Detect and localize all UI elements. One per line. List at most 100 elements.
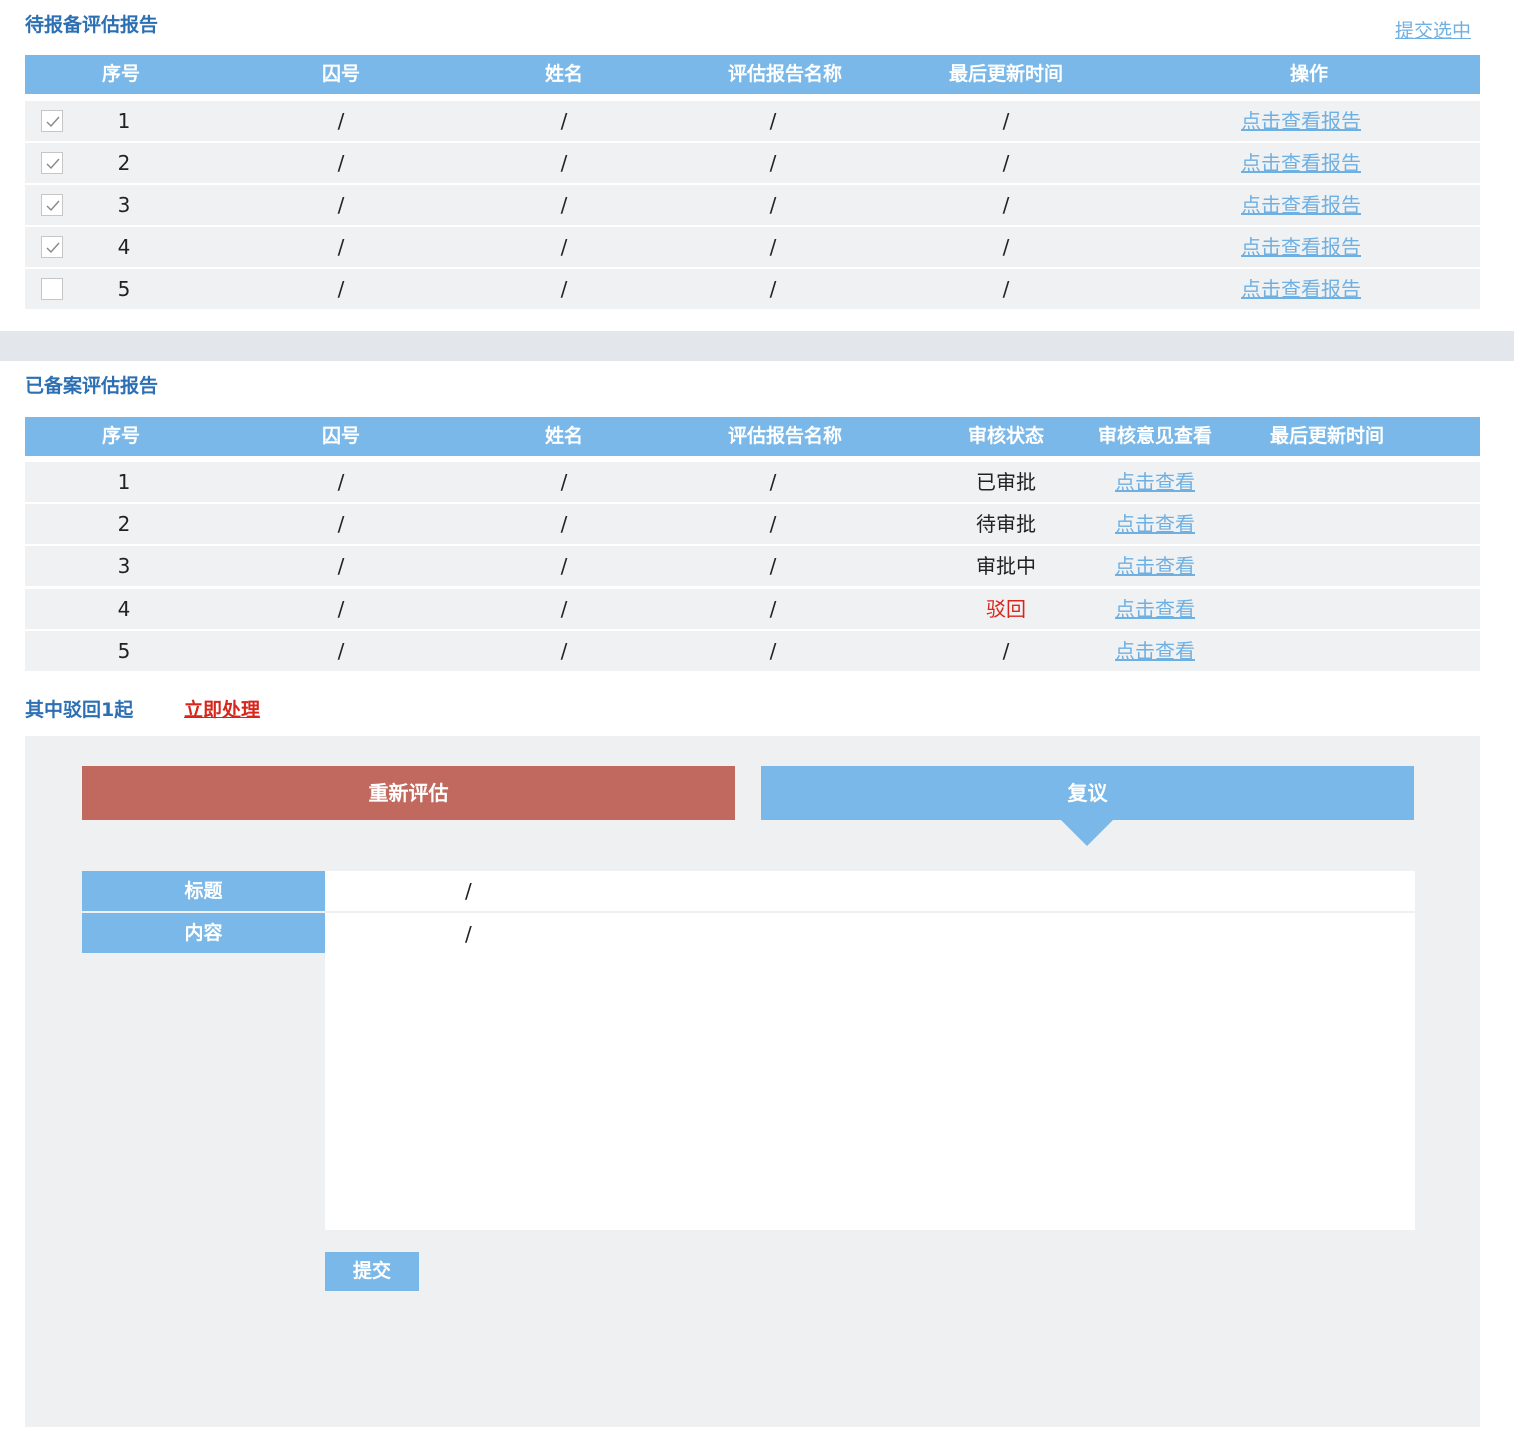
- row-status: 已审批: [976, 470, 1036, 494]
- view-opinion-link[interactable]: 点击查看: [1115, 504, 1195, 544]
- view-opinion-link[interactable]: 点击查看: [1115, 546, 1195, 586]
- row-prisoner-no: /: [337, 554, 345, 578]
- row-report-name: /: [769, 554, 777, 578]
- process-panel: 重新评估 复议 标题 / 内容 / 提交: [25, 736, 1480, 1427]
- row-report-name: /: [769, 151, 777, 175]
- filed-section-title: 已备案评估报告: [25, 375, 159, 397]
- row-prisoner-no: /: [337, 639, 345, 663]
- row-name: /: [560, 193, 568, 217]
- row-updated: /: [1002, 235, 1010, 259]
- header-updated: 最后更新时间: [1269, 425, 1385, 447]
- title-field[interactable]: /: [325, 871, 1415, 911]
- check-icon: [46, 116, 60, 128]
- header-name: 姓名: [544, 425, 584, 447]
- filed-table-row: 2 / / / 待审批 点击查看: [25, 504, 1480, 544]
- row-prisoner-no: /: [337, 277, 345, 301]
- filed-table-row: 4 / / / 驳回 点击查看: [25, 589, 1480, 629]
- header-seq: 序号: [101, 425, 141, 447]
- row-name: /: [560, 235, 568, 259]
- pending-table-row: 5 / / / / 点击查看报告: [25, 269, 1480, 309]
- row-seq: 4: [117, 597, 131, 621]
- header-report-name: 评估报告名称: [727, 425, 843, 447]
- header-prisoner-no: 囚号: [321, 425, 361, 447]
- filed-table-header: 序号 囚号 姓名 评估报告名称 审核状态 审核意见查看 最后更新时间: [25, 417, 1480, 456]
- header-report-name: 评估报告名称: [727, 63, 843, 85]
- submit-button[interactable]: 提交: [325, 1252, 419, 1291]
- row-report-name: /: [769, 512, 777, 536]
- content-label: 内容: [82, 913, 325, 953]
- row-report-name: /: [769, 235, 777, 259]
- pending-table-row: 4 / / / / 点击查看报告: [25, 227, 1480, 267]
- row-name: /: [560, 639, 568, 663]
- header-updated: 最后更新时间: [948, 63, 1064, 85]
- row-seq: 5: [117, 639, 131, 663]
- row-seq: 1: [117, 470, 131, 494]
- pending-table-row: 1 / / / / 点击查看报告: [25, 101, 1480, 141]
- row-prisoner-no: /: [337, 193, 345, 217]
- view-report-link[interactable]: 点击查看报告: [1241, 269, 1361, 309]
- row-status: /: [1002, 639, 1010, 663]
- row-seq: 1: [117, 109, 131, 133]
- row-name: /: [560, 277, 568, 301]
- process-now-link[interactable]: 立即处理: [184, 695, 260, 722]
- content-field[interactable]: /: [325, 913, 1415, 1230]
- row-seq: 2: [117, 151, 131, 175]
- row-prisoner-no: /: [337, 597, 345, 621]
- checkbox-checked[interactable]: [41, 110, 63, 132]
- section-divider: [0, 331, 1514, 361]
- view-report-link[interactable]: 点击查看报告: [1241, 185, 1361, 225]
- row-report-name: /: [769, 639, 777, 663]
- header-prisoner-no: 囚号: [321, 63, 361, 85]
- view-report-link[interactable]: 点击查看报告: [1241, 227, 1361, 267]
- row-name: /: [560, 554, 568, 578]
- row-report-name: /: [769, 109, 777, 133]
- rejected-count-notice: 其中驳回1起: [25, 699, 134, 721]
- checkbox-unchecked[interactable]: [41, 278, 63, 300]
- row-seq: 2: [117, 512, 131, 536]
- pending-section-title: 待报备评估报告: [25, 14, 159, 36]
- header-status: 审核状态: [967, 425, 1045, 447]
- row-prisoner-no: /: [337, 512, 345, 536]
- row-updated: /: [1002, 151, 1010, 175]
- row-report-name: /: [769, 470, 777, 494]
- header-name: 姓名: [544, 63, 584, 85]
- row-status: 驳回: [986, 597, 1026, 621]
- row-prisoner-no: /: [337, 470, 345, 494]
- row-updated: /: [1002, 277, 1010, 301]
- checkbox-checked[interactable]: [41, 236, 63, 258]
- title-value: /: [465, 879, 472, 903]
- check-icon: [46, 242, 60, 254]
- row-report-name: /: [769, 193, 777, 217]
- checkbox-checked[interactable]: [41, 152, 63, 174]
- row-name: /: [560, 512, 568, 536]
- pending-table-row: 2 / / / / 点击查看报告: [25, 143, 1480, 183]
- view-opinion-link[interactable]: 点击查看: [1115, 589, 1195, 629]
- check-icon: [46, 200, 60, 212]
- checkbox-checked[interactable]: [41, 194, 63, 216]
- row-report-name: /: [769, 277, 777, 301]
- view-opinion-link[interactable]: 点击查看: [1115, 631, 1195, 671]
- view-report-link[interactable]: 点击查看报告: [1241, 101, 1361, 141]
- row-status: 审批中: [976, 554, 1036, 578]
- content-value: /: [465, 922, 472, 946]
- row-seq: 3: [117, 554, 131, 578]
- row-name: /: [560, 109, 568, 133]
- row-seq: 5: [117, 277, 131, 301]
- reconsider-active-arrow: [1061, 820, 1113, 846]
- view-opinion-link[interactable]: 点击查看: [1115, 462, 1195, 502]
- row-seq: 4: [117, 235, 131, 259]
- submit-selected-link[interactable]: 提交选中: [1395, 16, 1471, 43]
- title-label: 标题: [82, 871, 325, 911]
- view-report-link[interactable]: 点击查看报告: [1241, 143, 1361, 183]
- row-prisoner-no: /: [337, 235, 345, 259]
- row-updated: /: [1002, 109, 1010, 133]
- row-prisoner-no: /: [337, 151, 345, 175]
- reconsider-button[interactable]: 复议: [761, 766, 1414, 820]
- reassess-button[interactable]: 重新评估: [82, 766, 735, 820]
- row-updated: /: [1002, 193, 1010, 217]
- row-name: /: [560, 470, 568, 494]
- row-name: /: [560, 151, 568, 175]
- pending-table-header: 序号 囚号 姓名 评估报告名称 最后更新时间 操作: [25, 55, 1480, 94]
- row-prisoner-no: /: [337, 109, 345, 133]
- row-status: 待审批: [976, 512, 1036, 536]
